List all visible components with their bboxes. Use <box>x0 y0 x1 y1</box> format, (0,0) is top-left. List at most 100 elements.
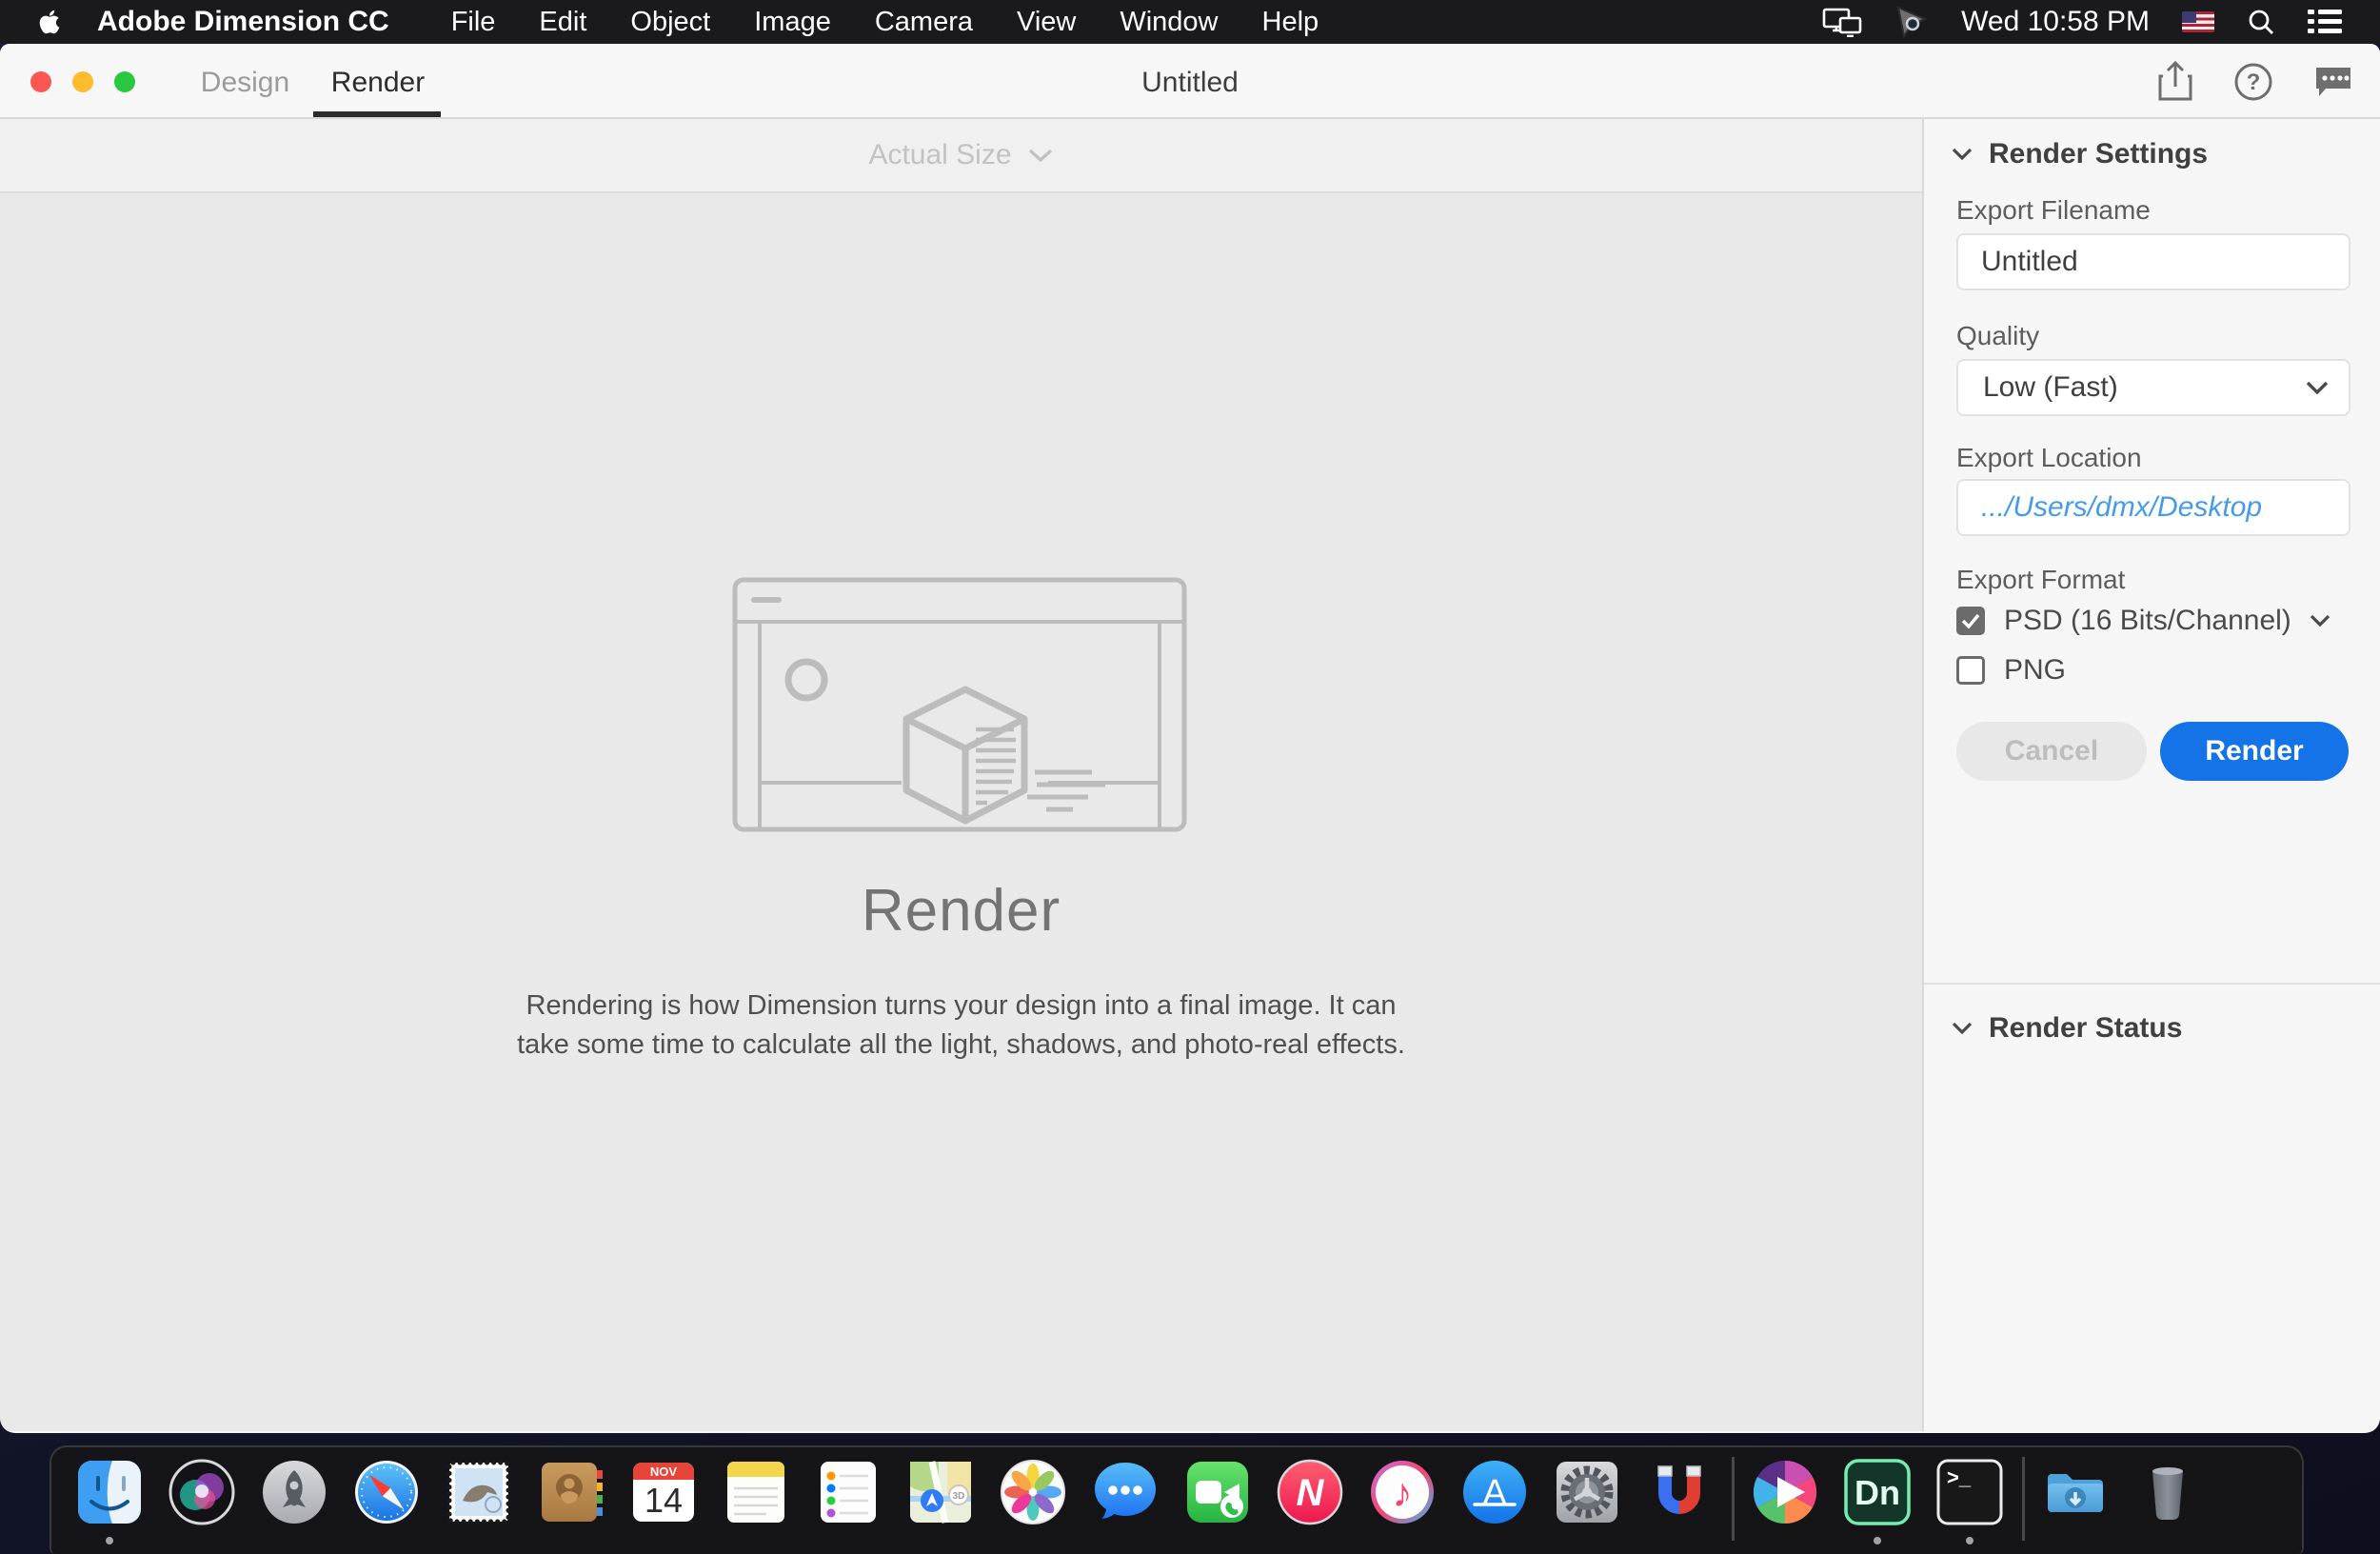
feedback-chat-button[interactable] <box>2313 63 2353 101</box>
app-menus: File Edit Object Image Camera View Windo… <box>429 7 1340 38</box>
svg-text:NOV: NOV <box>650 1464 678 1479</box>
menu-image[interactable]: Image <box>732 7 853 38</box>
dock-launchpad-icon[interactable] <box>259 1457 329 1527</box>
description-line-1: Rendering is how Dimension turns your de… <box>526 990 1397 1021</box>
render-status-header[interactable]: Render Status <box>1951 1012 2182 1045</box>
active-tab-underline <box>313 111 441 117</box>
svg-text:Dn: Dn <box>1854 1473 1900 1512</box>
collapse-chevron-icon <box>1952 148 1973 161</box>
menu-clock[interactable]: Wed 10:58 PM <box>1961 6 2150 38</box>
export-location-value: .../Users/dmx/Desktop <box>1981 491 2263 523</box>
dock-separator <box>1732 1457 1735 1541</box>
export-filename-field <box>1956 233 2350 290</box>
format-png-row: PNG <box>1956 654 2066 687</box>
tab-render[interactable]: Render <box>316 67 440 99</box>
menu-help[interactable]: Help <box>1240 7 1341 38</box>
dock-photos-icon[interactable] <box>998 1457 1068 1527</box>
menu-file[interactable]: File <box>429 7 518 38</box>
format-png-checkbox[interactable] <box>1956 656 1985 685</box>
menu-camera[interactable]: Camera <box>853 7 995 38</box>
dock-appstore-icon[interactable]: A <box>1459 1457 1530 1527</box>
active-app-name: Adobe Dimension CC <box>97 6 389 37</box>
traffic-light-zoom[interactable] <box>114 71 135 92</box>
cancel-button[interactable]: Cancel <box>1956 722 2147 781</box>
dock-downloads-folder-icon[interactable] <box>2040 1457 2111 1527</box>
page-description: Rendering is how Dimension turns your de… <box>0 986 1922 1065</box>
quality-label: Quality <box>1956 321 2040 350</box>
panel-divider <box>1924 983 2380 985</box>
dock-reminders-icon[interactable] <box>813 1457 883 1527</box>
dock-media-player-icon[interactable] <box>1750 1457 1820 1527</box>
dock-trash-icon[interactable] <box>2132 1457 2203 1527</box>
format-psd-checkbox[interactable] <box>1956 607 1985 635</box>
share-button[interactable] <box>2157 61 2193 103</box>
dock-itunes-icon[interactable]: ♪ <box>1367 1457 1438 1527</box>
dock-terminal-icon[interactable]: >_ <box>1934 1457 2005 1544</box>
dock-dimension-icon[interactable]: Dn <box>1842 1457 1913 1544</box>
render-settings-title: Render Settings <box>1989 138 2209 169</box>
render-status-title: Render Status <box>1989 1012 2183 1044</box>
dock-facetime-icon[interactable] <box>1182 1457 1253 1527</box>
menu-edit[interactable]: Edit <box>517 7 608 38</box>
render-settings-panel: Render Settings Export Filename Quality … <box>1922 119 2380 1431</box>
traffic-light-close[interactable] <box>30 71 51 92</box>
format-psd-row: PSD (16 Bits/Channel) <box>1956 605 2331 637</box>
app-window: Design Render Untitled ? Actual Size Ren… <box>0 44 2380 1433</box>
quality-value: Low (Fast) <box>1983 371 2118 403</box>
check-icon <box>1961 613 1980 628</box>
render-illustration <box>732 577 1187 832</box>
format-psd-dropdown-icon[interactable] <box>2309 613 2331 628</box>
render-button[interactable]: Render <box>2160 722 2349 781</box>
zoom-level-value: Actual Size <box>868 139 1012 170</box>
svg-text:14: 14 <box>645 1481 683 1520</box>
dock-contacts-icon[interactable] <box>536 1457 606 1527</box>
traffic-light-minimize[interactable] <box>72 71 93 92</box>
export-filename-input[interactable] <box>1958 246 2349 278</box>
tab-design[interactable]: Design <box>200 67 290 99</box>
menu-extra-icon[interactable] <box>1894 6 1929 38</box>
zoom-level-dropdown[interactable]: Actual Size <box>868 139 1053 171</box>
dock-safari-icon[interactable] <box>351 1457 422 1527</box>
dock-magnet-icon[interactable] <box>1644 1457 1715 1527</box>
export-format-label: Export Format <box>1956 565 2126 594</box>
menu-window[interactable]: Window <box>1098 7 1240 38</box>
apple-icon[interactable] <box>38 9 61 35</box>
render-settings-header[interactable]: Render Settings <box>1951 138 2208 170</box>
menu-object[interactable]: Object <box>608 7 732 38</box>
menu-bar: Adobe Dimension CC File Edit Object Imag… <box>0 0 2380 44</box>
spotlight-search-icon[interactable] <box>2247 8 2275 36</box>
dock-news-icon[interactable]: N <box>1275 1457 1345 1527</box>
svg-text:3D: 3D <box>953 1491 965 1502</box>
export-location-label: Export Location <box>1956 443 2142 472</box>
running-indicator <box>1966 1537 1973 1544</box>
dock-maps-icon[interactable]: 3D <box>905 1457 976 1527</box>
running-indicator <box>106 1537 113 1544</box>
dock-calendar-icon[interactable]: NOV 14 <box>628 1457 699 1527</box>
title-bar: Design Render Untitled ? <box>0 44 2380 119</box>
collapse-chevron-icon <box>1952 1022 1973 1035</box>
svg-text:A: A <box>1482 1473 1507 1513</box>
quality-select[interactable]: Low (Fast) <box>1956 359 2350 416</box>
notification-center-icon[interactable] <box>2308 9 2342 35</box>
description-line-2: take some time to calculate all the ligh… <box>517 1029 1405 1060</box>
render-canvas: Render Rendering is how Dimension turns … <box>0 193 1922 1431</box>
dock-mail-icon[interactable] <box>444 1457 514 1527</box>
format-psd-label: PSD (16 Bits/Channel) <box>2004 605 2291 636</box>
dock-notes-icon[interactable] <box>721 1457 791 1527</box>
input-source-flag-icon[interactable] <box>2182 11 2214 32</box>
running-indicator <box>1874 1537 1881 1544</box>
svg-text:♪: ♪ <box>1393 1470 1413 1515</box>
display-mirroring-icon[interactable] <box>1822 7 1862 37</box>
dock-finder-icon[interactable] <box>74 1457 145 1544</box>
export-location-field[interactable]: .../Users/dmx/Desktop <box>1956 479 2350 536</box>
dock-siri-icon[interactable] <box>167 1457 237 1527</box>
dock-system-preferences-icon[interactable] <box>1552 1457 1622 1527</box>
document-title: Untitled <box>1141 67 1239 98</box>
export-filename-label: Export Filename <box>1956 195 2151 225</box>
menu-view[interactable]: View <box>995 7 1098 38</box>
dock-messages-icon[interactable] <box>1090 1457 1160 1527</box>
svg-text:N: N <box>1297 1472 1325 1514</box>
help-button[interactable]: ? <box>2233 62 2273 102</box>
dock: NOV 14 3D N ♪ A Dn >_ <box>50 1445 2304 1554</box>
dock-separator <box>2022 1457 2025 1541</box>
